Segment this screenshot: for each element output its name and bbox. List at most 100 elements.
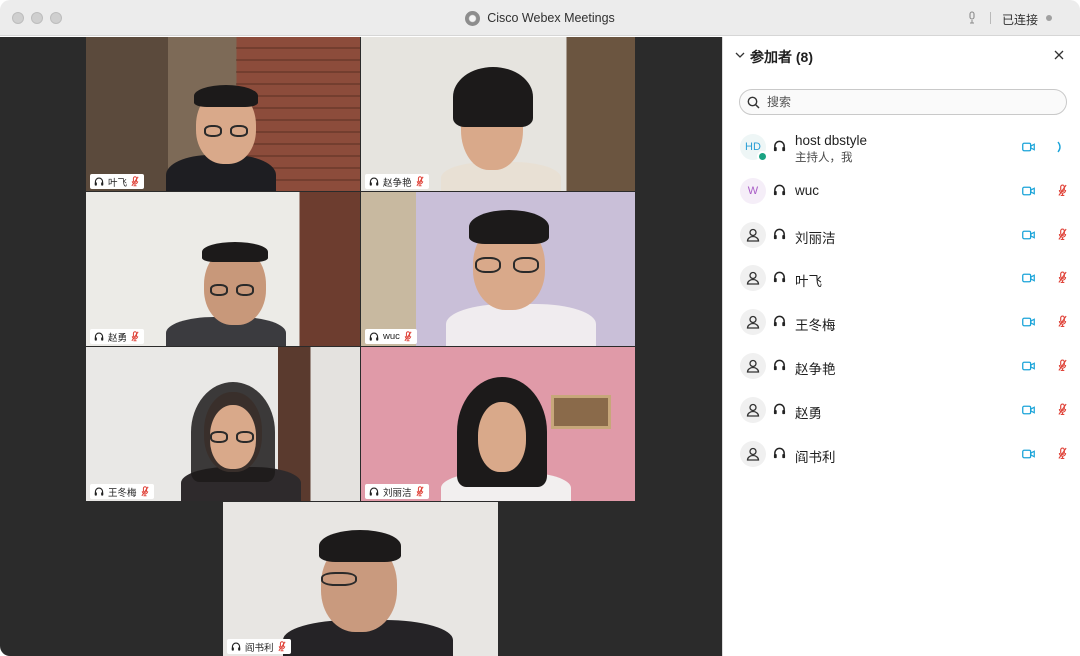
participant-role: 主持人，我	[795, 152, 853, 164]
window-close-button[interactable]	[12, 12, 24, 24]
video-tile[interactable]: 阎书利	[223, 502, 498, 656]
person-icon	[746, 359, 760, 373]
mic-muted-icon[interactable]	[1058, 228, 1067, 241]
mic-muted-icon[interactable]	[1058, 403, 1067, 416]
participant-name: 赵争艳	[383, 177, 412, 189]
headset-icon	[94, 332, 104, 342]
webex-logo-icon	[465, 10, 481, 26]
headset-icon	[231, 642, 241, 652]
mic-muted-icon	[416, 486, 424, 497]
participant-name: 阎书利	[795, 449, 836, 465]
video-tile[interactable]: 刘丽洁	[361, 347, 635, 501]
avatar	[740, 440, 766, 467]
mic-muted-icon	[404, 331, 412, 342]
title-separator	[990, 12, 991, 24]
participant-name: 赵争艳	[795, 361, 836, 377]
participant-name: 叶飞	[795, 274, 822, 290]
title-bar: Cisco Webex Meetings 已连接	[0, 0, 1080, 36]
avatar	[740, 265, 766, 292]
camera-icon[interactable]	[1022, 186, 1035, 196]
participant-row[interactable]: 王冬梅	[723, 302, 1080, 346]
video-tile[interactable]: 叶飞	[86, 37, 360, 191]
video-name-tag: 赵勇	[90, 329, 145, 344]
window-maximize-button[interactable]	[50, 12, 62, 24]
mic-muted-icon[interactable]	[1058, 184, 1067, 197]
panel-title: 参加者 (8)	[750, 49, 813, 65]
camera-icon[interactable]	[1022, 361, 1035, 371]
participant-name: wuc	[383, 331, 400, 342]
panel-header: 参加者 (8)	[723, 37, 1080, 75]
participant-name: 赵勇	[108, 332, 128, 344]
headset-icon	[94, 177, 104, 187]
camera-icon[interactable]	[1022, 142, 1035, 152]
connection-indicator-icon	[1046, 15, 1052, 21]
mic-status-icon[interactable]	[968, 11, 976, 24]
avatar	[740, 352, 766, 379]
headset-icon	[773, 271, 786, 284]
webex-window: Cisco Webex Meetings 已连接 叶飞 赵争艳 赵勇 wuc 王…	[0, 0, 1080, 656]
headset-icon	[773, 315, 786, 328]
participant-name: 王冬梅	[795, 318, 836, 334]
headset-icon	[369, 177, 379, 187]
participant-name: 叶飞	[108, 177, 128, 189]
video-name-tag: 王冬梅	[90, 484, 154, 499]
video-name-tag: 刘丽洁	[365, 484, 429, 499]
mic-muted-icon[interactable]	[1058, 447, 1067, 460]
mic-muted-icon[interactable]	[1058, 271, 1067, 284]
mic-muted-icon	[278, 641, 286, 652]
headset-icon	[773, 184, 786, 197]
close-icon[interactable]	[1053, 49, 1065, 61]
camera-icon[interactable]	[1022, 449, 1035, 459]
window-title: Cisco Webex Meetings	[487, 11, 615, 25]
participant-name: host dbstyle	[795, 133, 868, 148]
chevron-down-icon[interactable]	[735, 51, 745, 59]
participant-name: 刘丽洁	[383, 487, 412, 499]
speaking-indicator-icon[interactable]	[1057, 141, 1063, 153]
participant-row[interactable]: 赵勇	[723, 390, 1080, 434]
participant-search	[739, 89, 1067, 115]
video-tile[interactable]: 王冬梅	[86, 347, 360, 501]
video-name-tag: 阎书利	[227, 639, 291, 654]
camera-icon[interactable]	[1022, 405, 1035, 415]
participant-row[interactable]: 赵争艳	[723, 346, 1080, 390]
participant-name: 阎书利	[245, 642, 274, 654]
participant-list: HD host dbstyle 主持人，我 W wuc 刘丽洁 叶飞 王冬梅 赵…	[723, 127, 1080, 477]
mic-muted-icon[interactable]	[1058, 315, 1067, 328]
person-icon	[746, 447, 760, 461]
participant-row[interactable]: 叶飞	[723, 258, 1080, 302]
video-tile[interactable]: wuc	[361, 192, 635, 346]
person-icon	[746, 271, 760, 285]
mic-muted-icon	[131, 176, 139, 187]
avatar	[740, 396, 766, 423]
person-icon	[746, 403, 760, 417]
mic-muted-icon	[131, 331, 139, 342]
video-tile[interactable]: 赵勇	[86, 192, 360, 346]
window-minimize-button[interactable]	[31, 12, 43, 24]
headset-icon	[773, 447, 786, 460]
camera-icon[interactable]	[1022, 317, 1035, 327]
video-tile[interactable]: 赵争艳	[361, 37, 635, 191]
headset-icon	[773, 403, 786, 416]
search-icon	[747, 96, 760, 109]
video-name-tag: 赵争艳	[365, 174, 429, 189]
participant-row[interactable]: 阎书利	[723, 434, 1080, 478]
search-input[interactable]	[767, 93, 1057, 111]
host-badge-icon	[757, 151, 768, 162]
video-name-tag: wuc	[365, 329, 417, 344]
participant-name: wuc	[795, 182, 820, 198]
camera-icon[interactable]	[1022, 273, 1035, 283]
headset-icon	[369, 332, 379, 342]
headset-icon	[773, 359, 786, 372]
headset-icon	[369, 487, 379, 497]
video-grid: 叶飞 赵争艳 赵勇 wuc 王冬梅 刘丽洁 阎书利	[0, 37, 722, 656]
participant-row[interactable]: HD host dbstyle 主持人，我	[723, 127, 1080, 171]
headset-icon	[773, 228, 786, 241]
participant-name: 刘丽洁	[795, 230, 836, 246]
person-icon	[746, 315, 760, 329]
mic-muted-icon[interactable]	[1058, 359, 1067, 372]
connection-status: 已连接	[1002, 13, 1039, 27]
camera-icon[interactable]	[1022, 230, 1035, 240]
participant-row[interactable]: 刘丽洁	[723, 215, 1080, 259]
participant-row[interactable]: W wuc	[723, 171, 1080, 215]
participants-panel: 参加者 (8) HD host dbstyle 主持人，我	[722, 37, 1080, 656]
